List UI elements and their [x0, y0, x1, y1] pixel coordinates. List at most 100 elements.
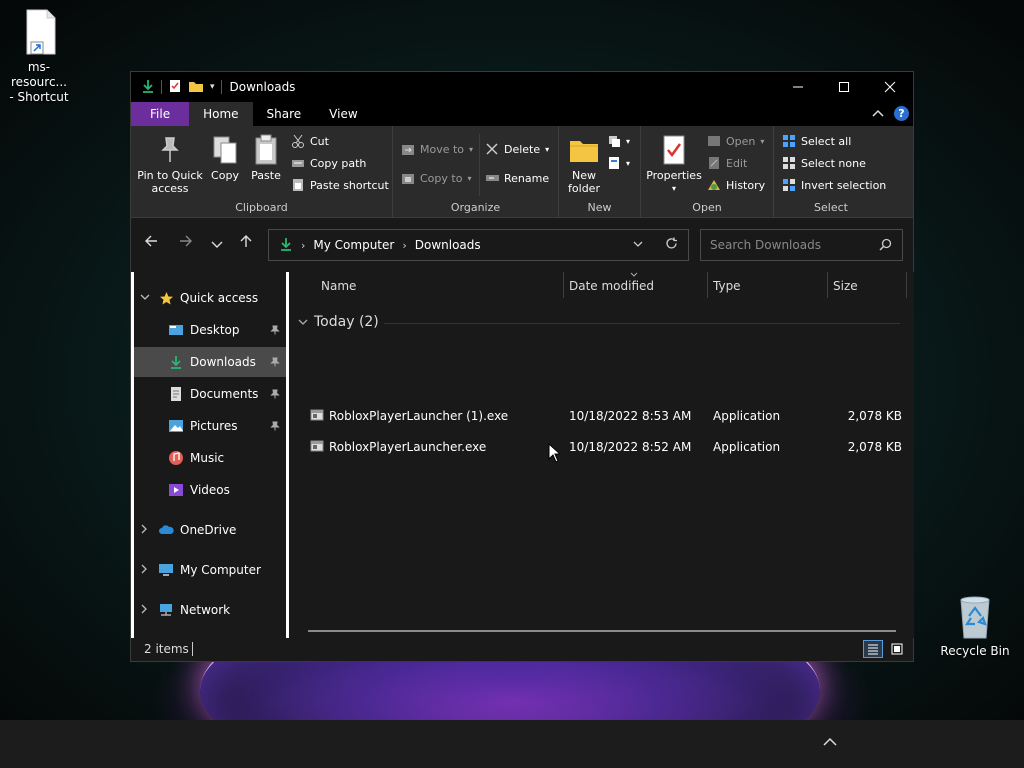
address-bar[interactable]: › My Computer › Downloads: [268, 229, 689, 261]
copy-label: Copy: [211, 169, 239, 182]
refresh-icon[interactable]: [665, 237, 678, 253]
select-group-label: Select: [814, 201, 848, 214]
new-item-button[interactable]: ▾: [607, 134, 630, 148]
column-type[interactable]: Type: [713, 279, 741, 293]
search-icon[interactable]: [879, 238, 892, 254]
invert-selection-button[interactable]: Invert selection: [782, 178, 886, 192]
nav-music[interactable]: Music: [134, 443, 286, 473]
address-dropdown-icon[interactable]: [633, 237, 643, 253]
help-icon[interactable]: ?: [894, 106, 909, 121]
pin-icon: [161, 137, 179, 162]
collapsed-chevron-icon[interactable]: [140, 604, 152, 617]
customize-qa-dropdown-icon[interactable]: ▾: [210, 82, 215, 92]
title-bar[interactable]: ▾ Downloads: [131, 72, 913, 102]
nav-downloads[interactable]: Downloads: [134, 347, 286, 377]
nav-network[interactable]: Network: [140, 595, 286, 625]
nav-onedrive[interactable]: OneDrive: [140, 515, 286, 545]
file-row[interactable]: RobloxPlayerLauncher (1).exe 10/18/2022 8…: [310, 403, 902, 429]
history-button[interactable]: History: [707, 178, 765, 192]
open-button[interactable]: Open ▾: [707, 134, 764, 148]
collapsed-chevron-icon[interactable]: [140, 524, 152, 537]
column-date-modified[interactable]: Date modified: [569, 279, 654, 293]
history-label: History: [726, 178, 766, 192]
properties-qa-icon[interactable]: [168, 79, 182, 96]
copy-to-button[interactable]: Copy to ▾: [401, 171, 471, 185]
file-type: Application: [713, 440, 781, 454]
paste-shortcut-button[interactable]: Paste shortcut: [291, 178, 389, 192]
maximize-button[interactable]: [821, 72, 867, 102]
details-view-button[interactable]: [863, 640, 883, 658]
new-group: New folder ▾ ▾ New: [559, 126, 641, 218]
nav-videos[interactable]: Videos: [134, 475, 286, 505]
up-button[interactable]: [239, 234, 253, 252]
large-icons-view-button[interactable]: [887, 640, 907, 658]
tab-view[interactable]: View: [315, 102, 371, 126]
close-icon: [884, 81, 896, 93]
breadcrumb-downloads[interactable]: Downloads: [415, 238, 481, 252]
desktop-shortcut-icon[interactable]: ms-resourc... - Shortcut: [2, 8, 76, 105]
move-to-button[interactable]: Move to ▾: [401, 142, 473, 156]
breadcrumb-my-computer[interactable]: My Computer: [313, 238, 394, 252]
minimize-button[interactable]: [775, 72, 821, 102]
shortcut-label-line2: - Shortcut: [9, 90, 69, 104]
copy-path-button[interactable]: Copy path: [291, 156, 366, 170]
open-group-label: Open: [692, 201, 722, 214]
column-separator[interactable]: [563, 272, 564, 298]
horizontal-scrollbar[interactable]: [308, 630, 896, 632]
search-box[interactable]: Search Downloads: [700, 229, 903, 261]
new-folder-label-line2: folder: [568, 182, 600, 195]
nav-documents[interactable]: Documents: [134, 379, 286, 409]
show-hidden-icons-chevron-icon[interactable]: [823, 734, 837, 750]
delete-label: Delete: [504, 142, 541, 156]
pin-to-quick-access-button[interactable]: Pin to Quick access: [137, 134, 203, 195]
column-separator[interactable]: [827, 272, 828, 298]
group-collapse-chevron-icon[interactable]: [298, 318, 308, 326]
collapse-ribbon-icon[interactable]: [872, 107, 884, 120]
select-none-button[interactable]: Select none: [782, 156, 866, 170]
file-list-pane: Name Date modified Type Size Today (2) R…: [292, 272, 914, 638]
new-folder-qa-icon[interactable]: [188, 79, 204, 96]
breadcrumb-chevron-icon[interactable]: ›: [301, 239, 305, 252]
cut-button[interactable]: Cut: [291, 134, 329, 148]
nav-desktop[interactable]: Desktop: [134, 315, 286, 345]
rename-button[interactable]: Rename: [485, 171, 549, 185]
mouse-cursor-icon: [548, 442, 562, 466]
collapsed-chevron-icon[interactable]: [140, 564, 152, 577]
file-row[interactable]: RobloxPlayerLauncher.exe 10/18/2022 8:52 …: [310, 434, 902, 460]
back-arrow-icon: [145, 235, 157, 247]
file-name: RobloxPlayerLauncher (1).exe: [329, 409, 509, 423]
nav-scrollbar[interactable]: [286, 272, 289, 638]
nav-my-computer[interactable]: My Computer: [140, 555, 286, 585]
properties-button[interactable]: Properties ▾: [645, 134, 703, 195]
recent-locations-button[interactable]: [211, 236, 223, 254]
breadcrumb-chevron-icon[interactable]: ›: [402, 239, 406, 252]
tab-share[interactable]: Share: [253, 102, 316, 126]
back-button[interactable]: [144, 234, 158, 252]
column-separator[interactable]: [707, 272, 708, 298]
column-size[interactable]: Size: [833, 279, 858, 293]
recycle-bin[interactable]: Recycle Bin: [940, 594, 1010, 659]
tab-file[interactable]: File: [131, 102, 190, 126]
expanded-chevron-icon[interactable]: [140, 293, 152, 304]
open-dropdown-icon: ▾: [760, 136, 765, 146]
close-button[interactable]: [867, 72, 913, 102]
organize-group: Move to ▾ Copy to ▾ Delete ▾ Rename Orga…: [393, 126, 559, 218]
nav-pictures[interactable]: Pictures: [134, 411, 286, 441]
tab-home[interactable]: Home: [189, 102, 253, 126]
paste-button[interactable]: Paste: [247, 134, 285, 182]
scissors-icon: [291, 134, 305, 148]
easy-access-button[interactable]: ▾: [607, 156, 630, 170]
nav-quick-access[interactable]: Quick access: [140, 283, 286, 313]
edit-button[interactable]: Edit: [707, 156, 747, 170]
copy-button[interactable]: Copy: [207, 134, 243, 182]
new-folder-button[interactable]: New folder: [565, 134, 603, 195]
file-date-modified: 10/18/2022 8:52 AM: [569, 440, 692, 454]
qa-separator: [161, 80, 162, 94]
minimize-icon: [793, 86, 803, 88]
delete-button[interactable]: Delete ▾: [485, 142, 549, 156]
group-header-today[interactable]: Today (2): [298, 314, 379, 330]
column-separator[interactable]: [906, 272, 907, 298]
column-name[interactable]: Name: [321, 279, 356, 293]
forward-button[interactable]: [179, 234, 193, 252]
select-all-button[interactable]: Select all: [782, 134, 851, 148]
